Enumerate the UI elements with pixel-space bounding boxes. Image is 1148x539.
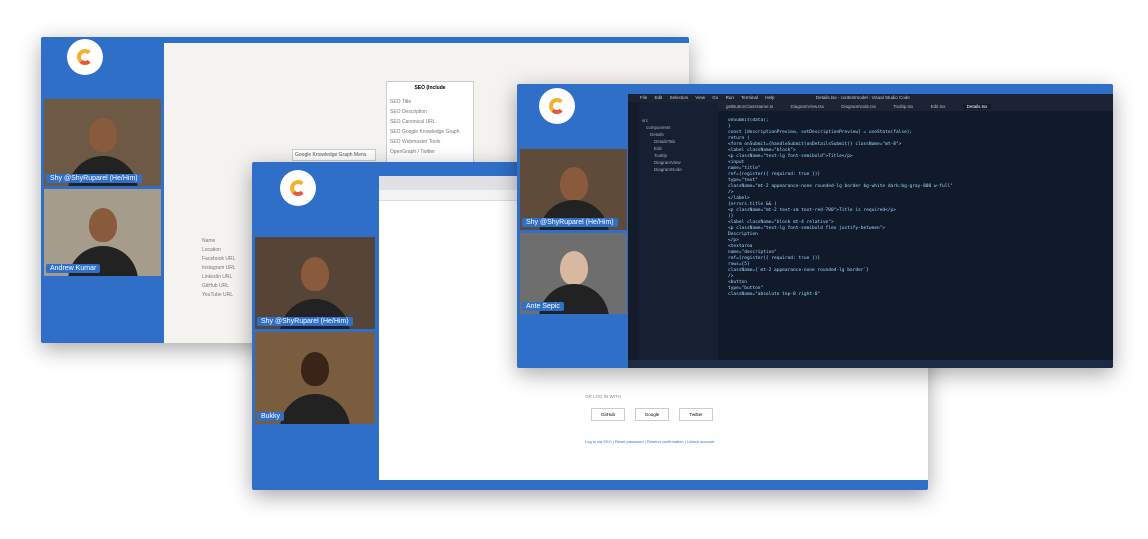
status-bar bbox=[628, 360, 1113, 368]
video-tile: Shy @ShyRuparel (He/Him) bbox=[44, 99, 161, 186]
menu-item[interactable]: View bbox=[695, 95, 705, 100]
editor-tab[interactable]: Edit.tsx bbox=[931, 104, 946, 109]
explorer-item[interactable]: Edit bbox=[654, 146, 702, 151]
menu-item[interactable]: Help bbox=[765, 95, 774, 100]
list-item: GitHub URL bbox=[202, 283, 229, 289]
knowledge-node: Google Knowledge Graph Menu bbox=[292, 149, 376, 161]
meeting-window-3: Shy @ShyRuparel (He/Him) Ante Sepic File… bbox=[517, 84, 1113, 368]
google-login-button[interactable]: Google bbox=[635, 408, 669, 421]
contentful-logo bbox=[67, 39, 103, 75]
vscode-window: File Edit Selection View Go Run Terminal… bbox=[628, 94, 1113, 368]
menu-item[interactable]: File bbox=[640, 95, 647, 100]
explorer-sidebar: src components Details DetailsTab Edit T… bbox=[638, 102, 718, 368]
editor-tab[interactable]: getButtonClassName.ts bbox=[726, 104, 773, 109]
participant-name: Shy @ShyRuparel (He/Him) bbox=[257, 317, 353, 326]
contentful-logo bbox=[539, 88, 575, 124]
explorer-item[interactable]: Tooltip bbox=[654, 153, 702, 158]
seo-row: SEO Description bbox=[390, 109, 427, 115]
video-tile: Bukky bbox=[255, 332, 375, 424]
explorer-item[interactable]: DetailsTab bbox=[654, 139, 702, 144]
participant-name: Bukky bbox=[257, 412, 285, 421]
seo-row: OpenGraph / Twitter bbox=[390, 149, 435, 155]
vscode-menubar: File Edit Selection View Go Run Terminal… bbox=[628, 94, 1113, 102]
activity-bar bbox=[628, 102, 638, 368]
list-item: LinkedIn URL bbox=[202, 274, 233, 280]
list-item: Facebook URL bbox=[202, 256, 236, 262]
editor-tabs: getButtonClassName.ts DiagramView.tsx Di… bbox=[718, 102, 1113, 111]
participant-name: Andrew Kumar bbox=[46, 264, 101, 273]
list-item: Name bbox=[202, 238, 216, 244]
list-item: Location bbox=[202, 247, 221, 253]
menu-item[interactable]: Selection bbox=[670, 95, 689, 100]
menu-item[interactable]: Run bbox=[726, 95, 734, 100]
explorer-item[interactable]: src bbox=[642, 118, 714, 123]
menu-item[interactable]: Go bbox=[712, 95, 718, 100]
seo-row: SEO Canonical URL bbox=[390, 119, 436, 125]
explorer-item[interactable]: Details bbox=[650, 132, 706, 137]
participant-name: Shy @ShyRuparel (He/Him) bbox=[46, 174, 142, 183]
video-tile: Shy @ShyRuparel (He/Him) bbox=[520, 149, 627, 230]
video-tile: Shy @ShyRuparel (He/Him) bbox=[255, 237, 375, 329]
explorer-item[interactable]: DiagramView bbox=[654, 160, 702, 165]
twitter-login-button[interactable]: Twitter bbox=[679, 408, 713, 421]
participant-name: Shy @ShyRuparel (He/Him) bbox=[522, 218, 618, 227]
seo-row: SEO Title bbox=[390, 99, 412, 105]
code-editor[interactable]: onSubmit(data); } const [descriptionPrev… bbox=[728, 118, 1108, 354]
seo-row: SEO Google Knowledge Graph bbox=[390, 129, 460, 135]
video-tile: Ante Sepic bbox=[520, 233, 627, 314]
seo-row: SEO Webmaster Tools bbox=[390, 139, 441, 145]
login-footer-links[interactable]: Log in via SSO | Reset password | Resend… bbox=[585, 439, 714, 444]
editor-tab-active[interactable]: Details.tsx bbox=[962, 104, 992, 109]
explorer-item[interactable]: DiagramNode bbox=[654, 167, 702, 172]
explorer-item[interactable]: components bbox=[646, 125, 710, 130]
editor-tab[interactable]: Tooltip.tsx bbox=[893, 104, 913, 109]
menu-item[interactable]: Edit bbox=[655, 95, 663, 100]
contentful-logo bbox=[280, 170, 316, 206]
menu-item[interactable]: Terminal bbox=[741, 95, 758, 100]
login-or-label: OR LOG IN WITH bbox=[585, 394, 621, 399]
knowledge-list: Name Location Facebook URL Instagram URL… bbox=[202, 238, 236, 301]
list-item: YouTube URL bbox=[202, 292, 234, 298]
window-title: Details.tsx - contentmodel - Visual Stud… bbox=[815, 95, 910, 100]
participant-name: Ante Sepic bbox=[522, 302, 564, 311]
seo-node: SEO (Include SEO Title SEO Description S… bbox=[386, 81, 474, 163]
seo-node-title: SEO (Include bbox=[414, 85, 446, 91]
github-login-button[interactable]: GitHub bbox=[591, 408, 625, 421]
code-line: className="absolute top-0 right-0" bbox=[728, 292, 821, 297]
list-item: Instagram URL bbox=[202, 265, 236, 271]
editor-tab[interactable]: DiagramNode.tsx bbox=[841, 104, 876, 109]
editor-tab[interactable]: DiagramView.tsx bbox=[791, 104, 824, 109]
video-tile: Andrew Kumar bbox=[44, 189, 161, 276]
